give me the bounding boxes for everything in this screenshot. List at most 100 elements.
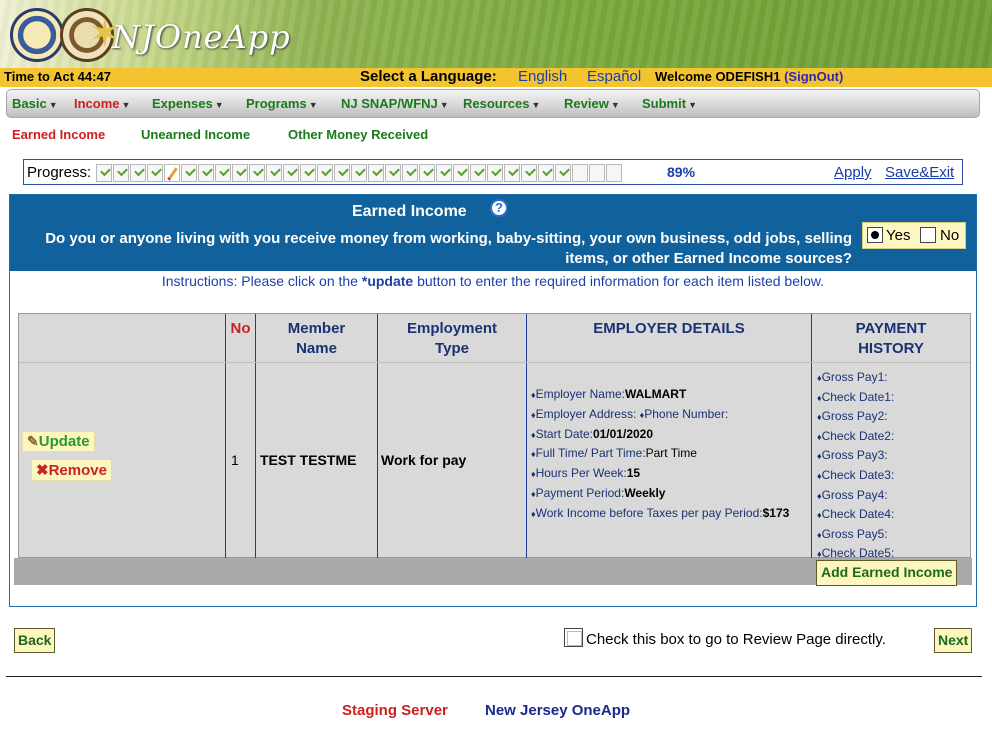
detail-label: Start Date: xyxy=(535,426,593,441)
progress-step-empty xyxy=(606,164,622,182)
payment-history-label: Gross Pay1: xyxy=(821,370,888,384)
chevron-down-icon: ▼ xyxy=(308,100,318,110)
payment-history-label: Check Date4: xyxy=(821,507,895,522)
progress-step-check-icon xyxy=(555,164,571,182)
progress-step-check-icon xyxy=(266,164,282,182)
menu-basic[interactable]: Basic ▼ xyxy=(12,96,58,111)
header-employer-details: EMPLOYER DETAILS xyxy=(593,320,745,337)
employer-detail-line: ♦Work Income before Taxes per pay Period… xyxy=(531,504,811,524)
payment-history-label: Check Date3: xyxy=(821,467,895,482)
menu-nj-snap-wfnj-label: NJ SNAP/WFNJ xyxy=(341,96,438,111)
pencil-icon: ✎ xyxy=(27,433,39,449)
instructions-post: button to enter the required information… xyxy=(413,273,825,289)
progress-step-check-icon xyxy=(249,164,265,182)
chevron-down-icon: ▼ xyxy=(688,100,697,110)
update-button[interactable]: ✎Update xyxy=(22,431,95,452)
next-button[interactable]: Next xyxy=(934,628,973,653)
progress-percent: 89% xyxy=(667,164,696,180)
progress-step-check-icon xyxy=(402,164,418,182)
language-english-link[interactable]: English xyxy=(518,68,567,85)
payment-history-label: Gross Pay4: xyxy=(821,487,888,502)
chevron-down-icon: ▼ xyxy=(531,100,541,110)
footer-divider xyxy=(6,676,982,677)
no-label: No xyxy=(940,227,960,244)
progress-step-check-icon xyxy=(130,164,146,182)
back-button[interactable]: Back xyxy=(14,628,56,653)
progress-label: Progress: xyxy=(27,164,92,181)
earned-income-panel: Earned Income ? Do you or anyone living … xyxy=(9,194,977,607)
menu-expenses[interactable]: Expenses ▼ xyxy=(152,96,224,111)
column-divider xyxy=(377,314,378,559)
employer-detail-line: ♦Start Date:01/01/2020 xyxy=(531,425,811,445)
menu-resources[interactable]: Resources ▼ xyxy=(463,96,540,111)
subtab-unearned-income[interactable]: Unearned Income xyxy=(141,127,250,142)
progress-step-check-icon xyxy=(419,164,435,182)
help-icon[interactable]: ? xyxy=(490,199,508,217)
progress-step-check-icon xyxy=(283,164,299,182)
welcome-user: Welcome ODEFISH1 xyxy=(655,69,781,84)
no-radio[interactable] xyxy=(920,227,936,243)
subtab-earned-income[interactable]: Earned Income xyxy=(12,127,105,142)
subtab-other-money-received[interactable]: Other Money Received xyxy=(288,127,428,142)
progress-step-check-icon xyxy=(96,164,112,182)
add-earned-income-button[interactable]: Add Earned Income xyxy=(816,560,958,586)
progress-step-check-icon xyxy=(351,164,367,182)
menu-nj-snap-wfnj[interactable]: NJ SNAP/WFNJ ▼ xyxy=(341,96,449,111)
chevron-down-icon: ▼ xyxy=(439,100,449,110)
progress-step-check-icon xyxy=(181,164,197,182)
menu-resources-label: Resources xyxy=(463,96,530,111)
menu-submit[interactable]: Submit ▼ xyxy=(642,96,697,111)
payment-history-line: ♦Gross Pay3: xyxy=(817,446,967,466)
payment-history-line: ♦Gross Pay4: xyxy=(817,486,967,506)
language-spanish-link[interactable]: Español xyxy=(587,68,641,85)
progress-step-check-icon xyxy=(232,164,248,182)
yes-label: Yes xyxy=(886,227,911,244)
yes-radio[interactable] xyxy=(867,227,883,243)
employment-type-cell: Work for pay xyxy=(381,452,467,468)
progress-step-check-icon xyxy=(538,164,554,182)
apply-link[interactable]: Apply xyxy=(834,164,872,181)
detail-value: WALMART xyxy=(624,387,687,401)
instructions-text: Instructions: Please click on the *updat… xyxy=(10,273,976,289)
payment-history-label: Gross Pay3: xyxy=(821,448,888,463)
main-menu: Basic ▼ Income ▼ Expenses ▼ Programs ▼ NJ SN… xyxy=(6,89,980,118)
signout-link[interactable]: (SignOut) xyxy=(784,69,843,84)
payment-history-line: ♦Check Date1: xyxy=(817,388,967,408)
remove-label: Remove xyxy=(48,462,107,479)
employer-detail-line: ♦Employer Name:WALMART xyxy=(531,385,811,405)
remove-button[interactable]: ✖Remove xyxy=(31,459,112,481)
employer-detail-line: ♦Full Time/ Part Time:Part Time xyxy=(531,444,811,464)
detail-value: 15 xyxy=(626,466,641,481)
progress-step-check-icon xyxy=(453,164,469,182)
phone-label: Phone Number: xyxy=(644,406,729,421)
progress-step-check-icon xyxy=(487,164,503,182)
menu-income[interactable]: Income ▼ xyxy=(74,96,130,111)
progress-step-check-icon xyxy=(198,164,214,182)
progress-step-empty xyxy=(572,164,588,182)
row-number: 1 xyxy=(231,452,239,468)
progress-step-edit-icon xyxy=(164,164,180,182)
brand-logo: NJOneApp xyxy=(112,18,291,56)
progress-steps xyxy=(96,164,622,182)
instructions-pre: Instructions: Please click on the xyxy=(161,273,362,289)
column-divider xyxy=(811,314,812,559)
save-exit-link[interactable]: Save&Exit xyxy=(885,164,954,181)
menu-review[interactable]: Review ▼ xyxy=(564,96,620,111)
progress-step-check-icon xyxy=(334,164,350,182)
review-page-checkbox-label: Check this box to go to Review Page dire… xyxy=(586,631,886,648)
language-label: Select a Language: xyxy=(360,68,497,85)
earned-income-table: No Member Name Employment Type EMPLOYER … xyxy=(18,313,971,560)
section-header: Earned Income ? Do you or anyone living … xyxy=(10,195,976,271)
earned-income-question: Do you or anyone living with you receive… xyxy=(45,230,852,267)
menu-programs[interactable]: Programs ▼ xyxy=(246,96,318,111)
staging-server-label: Staging Server xyxy=(342,702,448,719)
payment-history-label: Gross Pay5: xyxy=(821,526,888,541)
payment-history-label: Gross Pay2: xyxy=(821,409,888,424)
employer-detail-line: ♦Hours Per Week:15 xyxy=(531,464,811,484)
app-name-label: New Jersey OneApp xyxy=(485,702,631,719)
detail-value: $173 xyxy=(762,505,790,520)
column-divider xyxy=(225,314,226,559)
review-page-checkbox[interactable] xyxy=(564,628,583,647)
menu-expenses-label: Expenses xyxy=(152,96,213,111)
progress-step-check-icon xyxy=(215,164,231,182)
